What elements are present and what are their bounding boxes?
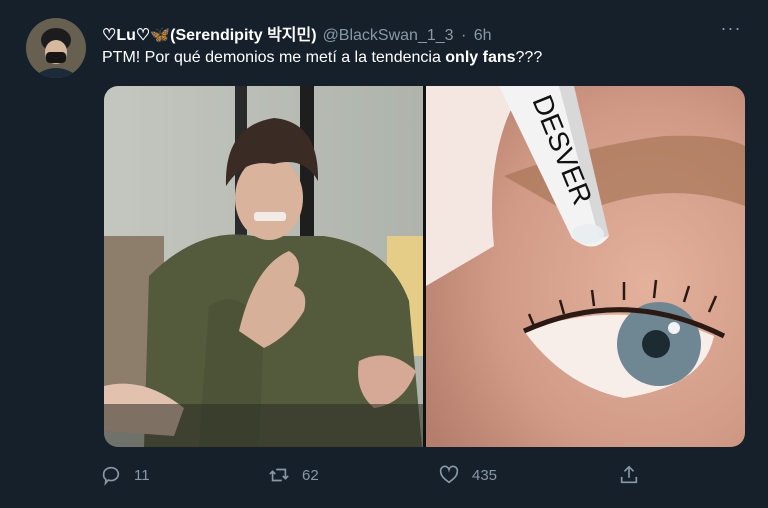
share-button[interactable] [618, 459, 652, 491]
like-count: 435 [472, 466, 498, 484]
like-button[interactable]: 435 [438, 459, 497, 491]
tweet-media[interactable]: DESVER [104, 86, 745, 447]
retweet-count: 62 [302, 466, 319, 484]
retweet-icon [269, 468, 289, 482]
retweet-button[interactable]: 62 [268, 459, 319, 491]
separator: · [461, 27, 467, 44]
avatar[interactable] [26, 18, 86, 78]
photo-left [104, 86, 423, 447]
tweet-card[interactable]: ♡Lu♡🦋(Serendipity 박지민) @BlackSwan_1_3 · 6… [0, 0, 768, 508]
share-icon [620, 465, 638, 484]
timestamp[interactable]: 6h [474, 27, 492, 44]
heart-icon [439, 465, 459, 484]
photo-right: DESVER [426, 86, 745, 447]
display-name[interactable]: ♡Lu♡🦋(Serendipity 박지민) [102, 27, 317, 44]
reply-icon [102, 466, 120, 486]
reply-count: 11 [134, 466, 150, 484]
handle[interactable]: @BlackSwan_1_3 [323, 27, 454, 44]
tweet-actions: 11 62 435 [100, 459, 660, 491]
tweet-text-bold: only fans [445, 49, 516, 66]
tweet-header: ♡Lu♡🦋(Serendipity 박지민) @BlackSwan_1_3 · 6… [102, 21, 492, 45]
more-icon[interactable]: ··· [714, 18, 748, 42]
tweet-text-part: ??? [515, 49, 543, 66]
tweet-text-part: PTM! Por qué demonios me metí a la tende… [102, 49, 446, 66]
tweet-text: PTM! Por qué demonios me metí a la tende… [102, 49, 542, 67]
reply-button[interactable]: 11 [100, 459, 150, 491]
